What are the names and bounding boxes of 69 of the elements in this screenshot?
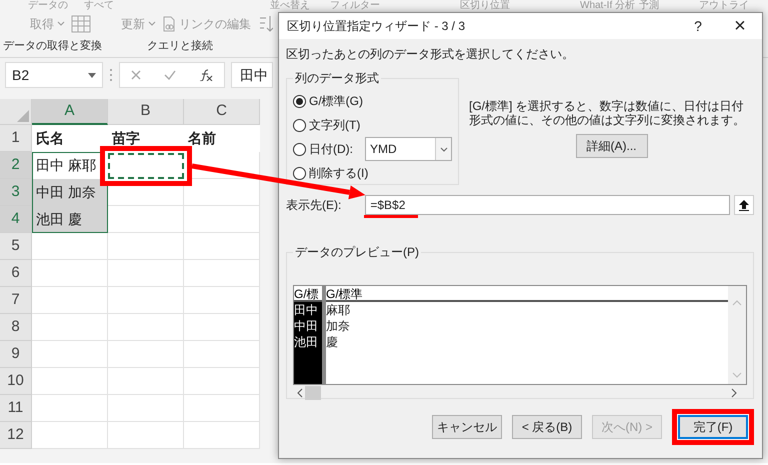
caret-icon <box>57 21 65 27</box>
preview-cell-text: 加奈 <box>326 318 351 334</box>
table-cell: 池田 慶 <box>32 206 108 233</box>
group-title: 列のデータ形式 <box>294 71 380 85</box>
chevron-right-icon <box>731 388 737 398</box>
field-label: 表示先(E): <box>286 197 342 214</box>
row-header[interactable]: 3 <box>0 179 32 206</box>
upload-arrow-icon <box>739 200 749 210</box>
name-box[interactable]: B2 <box>5 62 103 88</box>
collapse-dialog-button[interactable] <box>734 195 754 215</box>
link-icon <box>162 16 176 32</box>
chevron-left-icon <box>297 388 303 398</box>
row-header[interactable]: 10 <box>0 368 32 395</box>
row-header[interactable]: 1 <box>0 125 32 152</box>
preview-cell-text: 中田 <box>294 318 319 334</box>
table-cell: 中田 加奈 <box>32 179 108 206</box>
radio-option[interactable]: 文字列(T) <box>293 116 360 134</box>
preview-column-header[interactable]: G/標 <box>294 286 322 302</box>
window-title: 区切り位置指定ウィザード - 3 / 3 <box>287 18 466 35</box>
close-button[interactable]: × <box>718 11 762 41</box>
preview-cell-text: 田中 <box>294 302 319 318</box>
row-header[interactable]: 7 <box>0 287 32 314</box>
row-header[interactable]: 2 <box>0 152 32 179</box>
column-header[interactable]: A <box>32 99 108 125</box>
chevron-up-icon <box>732 300 742 306</box>
group-label: クエリと接続 <box>147 38 213 54</box>
row-header[interactable]: 12 <box>0 422 32 449</box>
chevron-down-icon <box>440 146 448 152</box>
preview-cell-text: 池田 <box>294 334 319 350</box>
column-header[interactable]: B <box>108 99 184 125</box>
row-header[interactable]: 8 <box>0 314 32 341</box>
radio-option[interactable]: G/標準(G) <box>293 92 363 110</box>
group-title: データのプレビュー(P) <box>294 245 420 259</box>
preview-column-header[interactable]: G/標準 <box>326 286 728 302</box>
destination-field[interactable]: =$B$2 <box>365 195 730 215</box>
cancel-icon <box>131 70 142 80</box>
instruction-text: 区切ったあとの列のデータ形式を選択してください。 <box>286 46 575 63</box>
advanced-button[interactable]: 詳細(A)... <box>576 134 648 158</box>
row-header[interactable]: 9 <box>0 341 32 368</box>
dialog-button[interactable]: < 戻る(B) <box>512 415 582 439</box>
row-header[interactable]: 11 <box>0 395 32 422</box>
table-cell: 氏名 <box>32 125 108 152</box>
caret-icon <box>148 21 156 27</box>
dialog-button[interactable]: キャンセル <box>432 415 502 439</box>
sort-icon[interactable] <box>259 15 273 33</box>
check-icon <box>164 70 176 80</box>
scroll-thumb[interactable] <box>305 386 321 400</box>
preview-column[interactable]: G/標 田中 中田 池田 <box>294 286 326 384</box>
dialog-button[interactable]: 完了(F) <box>678 415 748 439</box>
row-header[interactable]: 4 <box>0 206 32 233</box>
preview-column[interactable]: G/標準 麻耶 加奈 慶 <box>326 286 728 384</box>
preview-cell-text: 慶 <box>326 334 339 350</box>
grip-icon <box>109 68 113 82</box>
table-icon <box>71 15 91 33</box>
radio-option[interactable]: 日付(D): <box>293 140 353 158</box>
chevron-down-icon <box>732 372 742 378</box>
description-text: [G/標準] を選択すると、数字は数値に、日付は日付形式の値に、その他の値は文字列に変換されます。 <box>469 99 746 127</box>
caret-icon <box>88 72 96 78</box>
radio-option[interactable]: 削除する(I) <box>293 164 368 182</box>
date-order-dropdown[interactable]: YMD <box>365 137 452 161</box>
group-label: データの取得と変換 <box>3 38 102 54</box>
help-button[interactable]: ? <box>678 16 718 36</box>
row-header[interactable]: 6 <box>0 260 32 287</box>
corner-triangle-icon <box>17 110 29 122</box>
formula-field[interactable]: 田中 <box>231 62 273 88</box>
row-header[interactable]: 5 <box>0 233 32 260</box>
preview-cell-text: 麻耶 <box>326 302 351 318</box>
function-icon <box>198 69 213 81</box>
column-header[interactable]: C <box>184 99 260 125</box>
